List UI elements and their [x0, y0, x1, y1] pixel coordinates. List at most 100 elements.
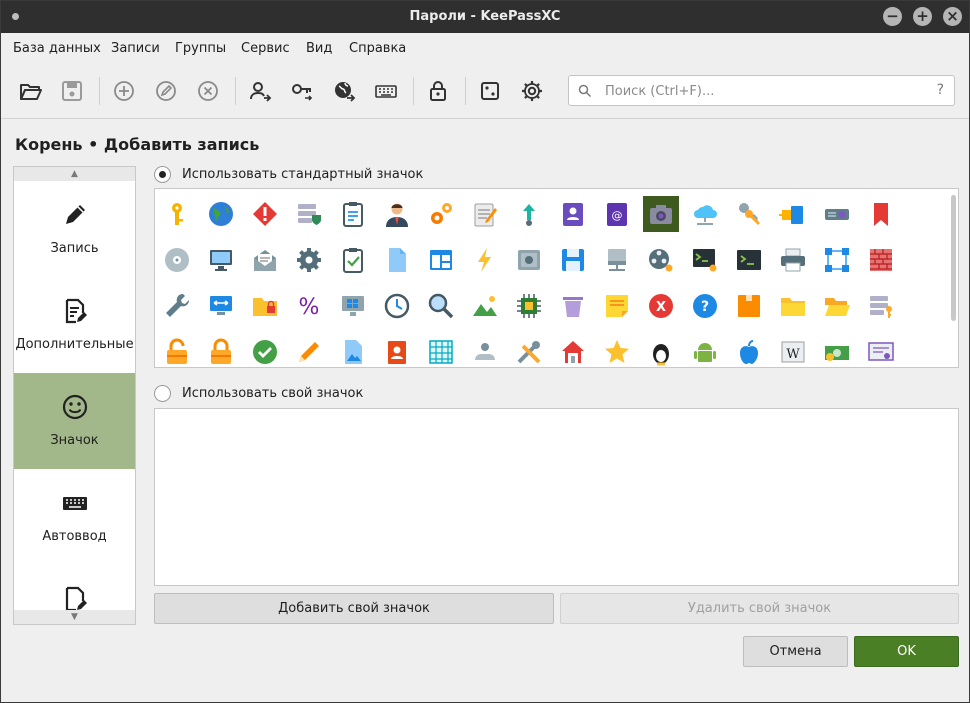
android-icon[interactable] — [687, 334, 723, 367]
mountains-image-icon[interactable] — [467, 288, 503, 324]
gears-icon[interactable] — [423, 196, 459, 232]
cloud-user-icon[interactable] — [467, 334, 503, 367]
menu-tools[interactable]: Сервис — [241, 41, 290, 56]
package-icon[interactable] — [731, 288, 767, 324]
contact-card-icon[interactable] — [555, 196, 591, 232]
lock-closed-icon[interactable] — [203, 334, 239, 367]
menu-groups[interactable]: Группы — [175, 41, 226, 56]
checkmark-circle-icon[interactable] — [247, 334, 283, 367]
question-circle-icon[interactable]: ? — [687, 288, 723, 324]
cancel-circle-icon[interactable]: X — [643, 288, 679, 324]
notepad-icon[interactable] — [467, 196, 503, 232]
clipboard-list-icon[interactable] — [335, 196, 371, 232]
use-custom-icon-radio[interactable] — [154, 385, 171, 402]
wrench-icon[interactable] — [159, 288, 195, 324]
icon-grid-scrollbar[interactable] — [951, 195, 956, 321]
sidebar-item-entry[interactable]: Запись — [14, 181, 135, 277]
network-plug-icon[interactable] — [775, 196, 811, 232]
custom-icon-list[interactable] — [154, 408, 959, 586]
use-default-icon-radio[interactable] — [154, 166, 171, 183]
add-custom-icon-button[interactable]: Добавить свой значок — [154, 593, 554, 624]
spreadsheet-icon[interactable] — [423, 334, 459, 367]
chip-icon[interactable] — [511, 288, 547, 324]
password-generator-icon[interactable] — [474, 75, 506, 107]
sidebar-item-autotype[interactable]: Автоввод — [14, 469, 135, 565]
sticky-note-icon[interactable] — [599, 288, 635, 324]
folder-icon[interactable] — [775, 288, 811, 324]
close-button[interactable]: × — [943, 7, 962, 26]
menu-help[interactable]: Справка — [349, 41, 406, 56]
linux-icon[interactable] — [643, 334, 679, 367]
user-business-icon[interactable] — [379, 196, 415, 232]
projector-icon[interactable] — [819, 196, 855, 232]
window-layout-icon[interactable] — [423, 242, 459, 278]
pencil-orange-icon[interactable] — [291, 334, 327, 367]
copy-username-icon[interactable] — [244, 75, 276, 107]
edit-entry-icon[interactable] — [150, 75, 182, 107]
safe-icon[interactable] — [511, 242, 547, 278]
folder-open-icon[interactable] — [819, 288, 855, 324]
bookmark-icon[interactable] — [863, 196, 899, 232]
lock-open-icon[interactable] — [159, 334, 195, 367]
home-icon[interactable] — [555, 334, 591, 367]
apple-icon[interactable] — [731, 334, 767, 367]
cog-icon[interactable] — [291, 242, 327, 278]
remote-desktop-icon[interactable] — [203, 288, 239, 324]
add-entry-icon[interactable] — [108, 75, 140, 107]
database-key-icon[interactable] — [863, 288, 899, 324]
hard-drive-network-icon[interactable] — [599, 242, 635, 278]
settings-icon[interactable] — [516, 75, 548, 107]
menu-view[interactable]: Вид — [306, 41, 332, 56]
cancel-button[interactable]: Отмена — [743, 636, 848, 667]
terminal-key-icon[interactable] — [687, 242, 723, 278]
delete-entry-icon[interactable] — [192, 75, 224, 107]
printer-icon[interactable] — [775, 242, 811, 278]
lock-database-icon[interactable] — [422, 75, 454, 107]
terminal-icon[interactable] — [731, 242, 767, 278]
upload-arrow-icon[interactable] — [511, 196, 547, 232]
sidebar-item-icon[interactable]: Значок — [14, 373, 135, 469]
mail-open-icon[interactable] — [247, 242, 283, 278]
scroll-down-arrow-icon[interactable]: ▼ — [14, 610, 135, 624]
scroll-up-arrow-icon[interactable]: ▲ — [14, 167, 135, 181]
certificate-icon[interactable] — [863, 334, 899, 367]
clipboard-check-icon[interactable] — [335, 242, 371, 278]
image-file-icon[interactable] — [335, 334, 371, 367]
disc-icon[interactable] — [159, 242, 195, 278]
network-diagram-icon[interactable] — [819, 242, 855, 278]
minimize-button[interactable]: − — [883, 7, 902, 26]
menu-entries[interactable]: Записи — [111, 41, 160, 56]
wikipedia-icon[interactable]: W — [775, 334, 811, 367]
open-url-icon[interactable] — [328, 75, 360, 107]
menu-database[interactable]: База данных — [13, 41, 101, 56]
maximize-button[interactable]: + — [913, 7, 932, 26]
camera-icon[interactable] — [643, 196, 679, 232]
folder-lock-icon[interactable] — [247, 288, 283, 324]
autotype-icon[interactable] — [370, 75, 402, 107]
tools-icon[interactable] — [511, 334, 547, 367]
address-book-icon[interactable] — [379, 334, 415, 367]
search-help-button[interactable]: ? — [937, 82, 944, 98]
open-database-icon[interactable] — [15, 75, 47, 107]
film-reel-icon[interactable] — [643, 242, 679, 278]
sidebar-item-advanced[interactable]: Дополнительные — [14, 277, 135, 373]
keys-icon[interactable] — [731, 196, 767, 232]
monitor-icon[interactable] — [203, 242, 239, 278]
lightning-icon[interactable] — [467, 242, 503, 278]
percent-icon[interactable]: % — [291, 288, 327, 324]
file-icon[interactable] — [379, 242, 415, 278]
money-icon[interactable] — [819, 334, 855, 367]
search-input[interactable] — [605, 81, 925, 101]
clock-icon[interactable] — [379, 288, 415, 324]
remove-custom-icon-button[interactable]: Удалить свой значок — [560, 593, 959, 624]
warning-icon[interactable] — [247, 196, 283, 232]
floppy-disk-icon[interactable] — [555, 242, 591, 278]
copy-password-icon[interactable] — [286, 75, 318, 107]
firewall-icon[interactable] — [863, 242, 899, 278]
cloud-network-icon[interactable] — [687, 196, 723, 232]
ok-button[interactable]: OK — [854, 636, 959, 667]
key-icon[interactable] — [159, 196, 195, 232]
star-icon[interactable] — [599, 334, 635, 367]
email-address-book-icon[interactable]: @ — [599, 196, 635, 232]
globe-icon[interactable] — [203, 196, 239, 232]
